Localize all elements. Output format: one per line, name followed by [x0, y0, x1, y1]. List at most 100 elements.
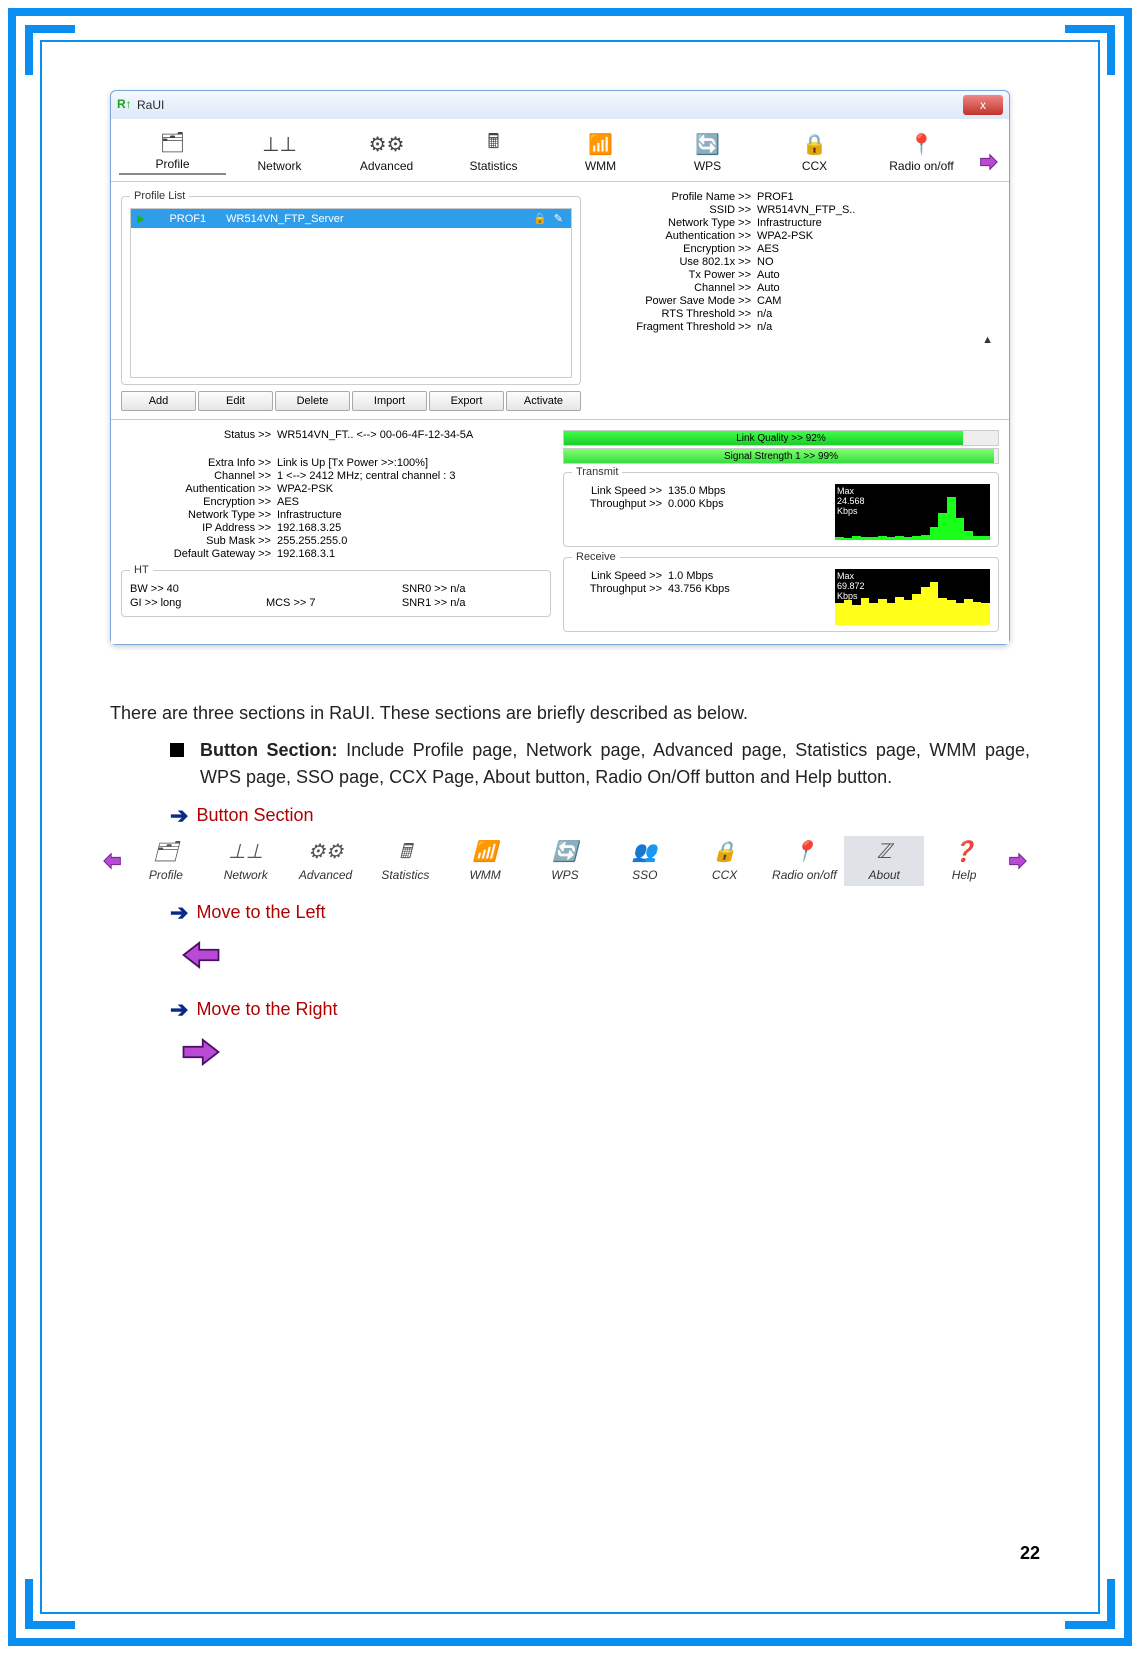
strip-label: Help	[924, 866, 1004, 884]
button-strip-image: 🗂Profile ⊥⊥Network ⚙⚙Advanced 🖩Statistic…	[100, 836, 1030, 886]
active-profile-icon: ▶	[137, 212, 145, 225]
ht-gi: GI >> long	[130, 596, 266, 610]
strip-statistics[interactable]: 🖩Statistics	[365, 838, 445, 884]
strip-help[interactable]: ❓Help	[924, 838, 1004, 884]
statistics-icon: 🖩	[365, 838, 445, 866]
arrow-right-icon	[977, 151, 999, 173]
arrow-left-icon	[180, 935, 222, 975]
strip-wps[interactable]: 🔄WPS	[525, 838, 605, 884]
toolbar-advanced[interactable]: ⚙⚙Advanced	[333, 127, 440, 175]
toolbar-label: CCX	[761, 159, 868, 173]
arrow-right-icon: ➔	[170, 896, 188, 929]
status-row: Encryption >>AES	[121, 496, 551, 508]
link-quality-text: Link Quality >> 92%	[564, 431, 998, 445]
wps-icon: 🔄	[654, 129, 761, 159]
arrow-caption-move-right: ➔ Move to the Right	[170, 993, 1030, 1026]
ht-snr0: SNR0 >> n/a	[402, 582, 538, 596]
nav-arrow-right-image	[180, 1032, 222, 1072]
toolbar-network[interactable]: ⊥⊥Network	[226, 127, 333, 175]
strip-label: About	[844, 866, 924, 884]
tx-row: Link Speed >>135.0 Mbps	[572, 485, 827, 497]
activate-button[interactable]: Activate	[506, 391, 581, 411]
ht-fieldset: HT BW >> 40 SNR0 >> n/a GI >> long MCS >…	[121, 564, 551, 617]
toolbar-profile[interactable]: 🗂Profile	[119, 125, 226, 175]
detail-row: Power Save Mode >>CAM	[591, 295, 999, 307]
ht-mcs: MCS >> 7	[266, 596, 402, 610]
collapse-toggle[interactable]: ▲	[591, 334, 999, 346]
export-button[interactable]: Export	[429, 391, 504, 411]
nav-arrow-left-image	[180, 935, 222, 975]
strip-scroll-left[interactable]	[100, 848, 126, 874]
strip-sso[interactable]: 👥SSO	[605, 838, 685, 884]
wmm-icon: 📶	[445, 838, 525, 866]
status-row: Network Type >>Infrastructure	[121, 509, 551, 521]
toolbar-radio[interactable]: 📍Radio on/off	[868, 127, 975, 175]
strip-profile[interactable]: 🗂Profile	[126, 838, 206, 884]
strip-label: Radio on/off	[765, 866, 845, 884]
toolbar-label: Radio on/off	[868, 159, 975, 173]
strip-radio[interactable]: 📍Radio on/off	[765, 838, 845, 884]
arrow-caption-label: Button Section	[196, 802, 313, 829]
detail-row: Profile Name >>PROF1	[591, 191, 999, 203]
import-button[interactable]: Import	[352, 391, 427, 411]
wps-icon: 🔄	[525, 838, 605, 866]
arrow-right-icon: ➔	[170, 993, 188, 1026]
bullet-button-section: Button Section: Include Profile page, Ne…	[170, 737, 1030, 791]
profile-icon: 🗂	[126, 838, 206, 866]
add-button[interactable]: Add	[121, 391, 196, 411]
radio-icon: 📍	[868, 129, 975, 159]
link-quality-bar: Link Quality >> 92%	[563, 430, 999, 446]
profile-row-selected[interactable]: ▶ PROF1 WR514VN_FTP_Server 🔒 ✎	[131, 209, 571, 228]
toolbar-wps[interactable]: 🔄WPS	[654, 127, 761, 175]
detail-row: RTS Threshold >>n/a	[591, 308, 999, 320]
strip-wmm[interactable]: 📶WMM	[445, 838, 525, 884]
detail-row: Channel >>Auto	[591, 282, 999, 294]
statistics-icon: 🖩	[440, 129, 547, 159]
strip-ccx[interactable]: 🔒CCX	[685, 838, 765, 884]
transmit-fieldset: Transmit Link Speed >>135.0 Mbps Through…	[563, 466, 999, 547]
strip-about[interactable]: ℤAbout	[844, 836, 924, 886]
toolbar-statistics[interactable]: 🖩Statistics	[440, 127, 547, 175]
toolbar-label: Advanced	[333, 159, 440, 173]
status-row: IP Address >>192.168.3.25	[121, 522, 551, 534]
transmit-legend: Transmit	[572, 466, 622, 478]
status-row: Status >>WR514VN_FT.. <--> 00-06-4F-12-3…	[121, 429, 551, 441]
toolbar-scroll-right[interactable]	[975, 149, 1001, 175]
toolbar-label: Profile	[119, 157, 226, 171]
arrow-caption-button-section: ➔ Button Section	[170, 799, 1030, 832]
strip-network[interactable]: ⊥⊥Network	[206, 838, 286, 884]
toolbar-label: WMM	[547, 159, 654, 173]
ht-snr1: SNR1 >> n/a	[402, 596, 538, 610]
profile-list-legend: Profile List	[130, 190, 189, 202]
detail-row: Authentication >>WPA2-PSK	[591, 230, 999, 242]
profile-list[interactable]: ▶ PROF1 WR514VN_FTP_Server 🔒 ✎	[130, 208, 572, 378]
toolbar-ccx[interactable]: 🔒CCX	[761, 127, 868, 175]
status-right-panel: Link Quality >> 92% Signal Strength 1 >>…	[563, 428, 999, 636]
profile-security-icons: 🔒 ✎	[533, 212, 565, 225]
window-title: RaUI	[137, 98, 164, 112]
detail-row: Fragment Threshold >>n/a	[591, 321, 999, 333]
toolbar-label: WPS	[654, 159, 761, 173]
raui-window: R↑ RaUI x 🗂Profile ⊥⊥Network ⚙⚙Advanced …	[110, 90, 1010, 645]
delete-button[interactable]: Delete	[275, 391, 350, 411]
close-button[interactable]: x	[963, 95, 1003, 115]
strip-scroll-right[interactable]	[1004, 848, 1030, 874]
strip-advanced[interactable]: ⚙⚙Advanced	[286, 838, 366, 884]
toolbar-wmm[interactable]: 📶WMM	[547, 127, 654, 175]
profile-detail-panel: Profile Name >>PROF1 SSID >>WR514VN_FTP_…	[591, 190, 999, 411]
detail-row: Tx Power >>Auto	[591, 269, 999, 281]
strip-label: WMM	[445, 866, 525, 884]
profile-list-fieldset: Profile List ▶ PROF1 WR514VN_FTP_Server …	[121, 190, 581, 385]
signal-strength-bar: Signal Strength 1 >> 99%	[563, 448, 999, 464]
square-bullet-icon	[170, 743, 184, 757]
detail-row: SSID >>WR514VN_FTP_S..	[591, 204, 999, 216]
detail-row: Use 802.1x >>NO	[591, 256, 999, 268]
profile-ssid: WR514VN_FTP_Server	[226, 213, 343, 225]
arrow-right-icon	[180, 1032, 222, 1072]
page-number: 22	[1020, 1543, 1040, 1564]
status-row: Authentication >>WPA2-PSK	[121, 483, 551, 495]
wmm-icon: 📶	[547, 129, 654, 159]
ccx-icon: 🔒	[685, 838, 765, 866]
arrow-caption-label: Move to the Left	[196, 899, 325, 926]
edit-button[interactable]: Edit	[198, 391, 273, 411]
